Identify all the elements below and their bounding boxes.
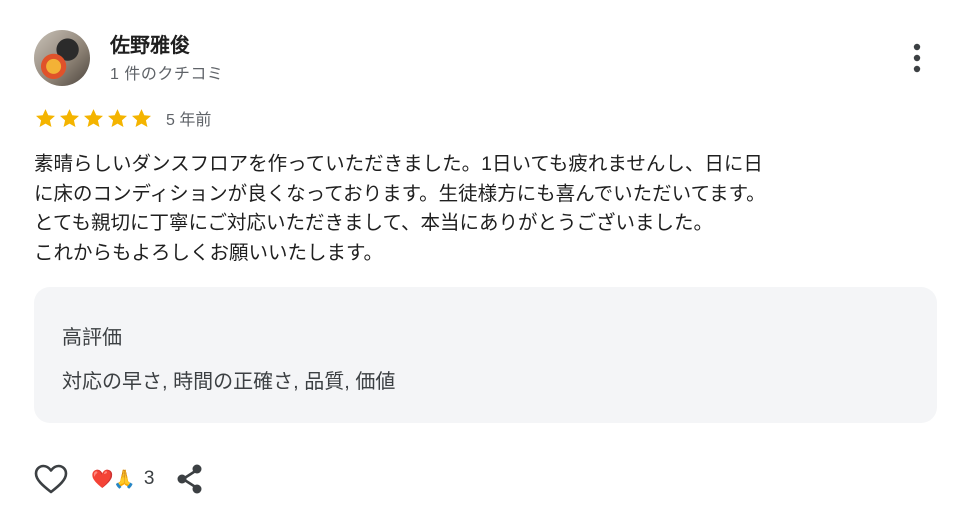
review-text: 素晴らしいダンスフロアを作っていただきました。1日いても疲れませんし、日に日 に…: [34, 153, 766, 264]
more-options-button[interactable]: [899, 38, 935, 78]
star-icon: [60, 108, 79, 127]
reviewer-avatar[interactable]: [34, 30, 90, 86]
review-actions: ❤️🙏 3: [33, 457, 208, 501]
reviewer-review-count: 1 件のクチコミ: [110, 66, 224, 83]
reaction-emojis: ❤️🙏: [91, 468, 136, 489]
heart-outline-icon: [34, 464, 68, 494]
like-button[interactable]: [33, 461, 69, 497]
reaction-count: 3: [143, 468, 155, 489]
star-icon: [108, 108, 127, 127]
star-icon: [132, 108, 151, 127]
review-details: 高評価 対応の早さ, 時間の正確さ, 品質, 価値: [34, 287, 937, 423]
more-vert-icon: [913, 43, 921, 73]
details-title: 高評価: [62, 327, 122, 349]
star-icon: [36, 108, 55, 127]
share-button[interactable]: [172, 461, 208, 497]
review-date: 5 年前: [166, 112, 212, 129]
reviewer-name[interactable]: 佐野雅俊: [110, 29, 190, 58]
share-icon: [177, 464, 202, 494]
rating-row: 5 年前: [34, 106, 211, 130]
reactions[interactable]: ❤️🙏 3: [91, 468, 154, 490]
details-value: 対応の早さ, 時間の正確さ, 品質, 価値: [62, 371, 396, 393]
star-rating: [34, 107, 153, 130]
star-icon: [84, 108, 103, 127]
